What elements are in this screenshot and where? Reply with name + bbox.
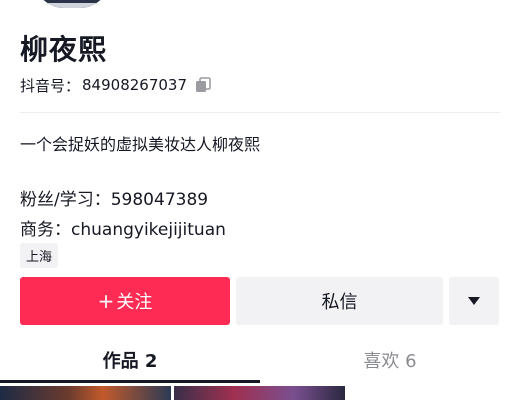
fans-value: 598047389 — [110, 190, 209, 210]
video-thumbnail[interactable] — [0, 386, 171, 400]
plus-icon: + — [97, 289, 115, 313]
location-tag: 上海 — [20, 243, 59, 268]
more-button[interactable] — [449, 277, 499, 325]
profile-name: 柳夜熙 — [20, 33, 108, 66]
content-tabs: 作品 2 喜欢 6 — [0, 338, 520, 382]
copy-icon[interactable] — [195, 77, 211, 93]
business-row: 商务：chuangyikejijituan — [20, 215, 226, 240]
tab-likes[interactable]: 喜欢 6 — [260, 338, 520, 382]
empty-slot — [348, 386, 519, 400]
account-id-label: 抖音号： — [20, 76, 81, 95]
video-grid — [0, 386, 520, 400]
active-tab-indicator — [0, 380, 260, 383]
business-value: chuangyikejijituan — [71, 220, 226, 240]
fans-label: 粉丝/学习： — [20, 190, 111, 210]
message-button[interactable]: 私信 — [236, 277, 443, 325]
account-id-row: 抖音号： 84908267037 — [20, 75, 211, 95]
fans-row: 粉丝/学习：598047389 — [20, 185, 208, 210]
tab-works[interactable]: 作品 2 — [0, 338, 260, 382]
avatar[interactable] — [34, 0, 110, 8]
video-thumbnail[interactable] — [174, 386, 345, 400]
profile-bio: 一个会捉妖的虚拟美妆达人柳夜熙 — [20, 135, 261, 154]
follow-button[interactable]: + 关注 — [20, 277, 230, 325]
divider — [20, 112, 500, 113]
business-label: 商务： — [20, 220, 71, 240]
follow-label: 关注 — [116, 292, 153, 313]
triangle-down-icon — [468, 297, 480, 305]
message-label: 私信 — [321, 292, 358, 313]
account-id-value: 84908267037 — [82, 76, 187, 94]
